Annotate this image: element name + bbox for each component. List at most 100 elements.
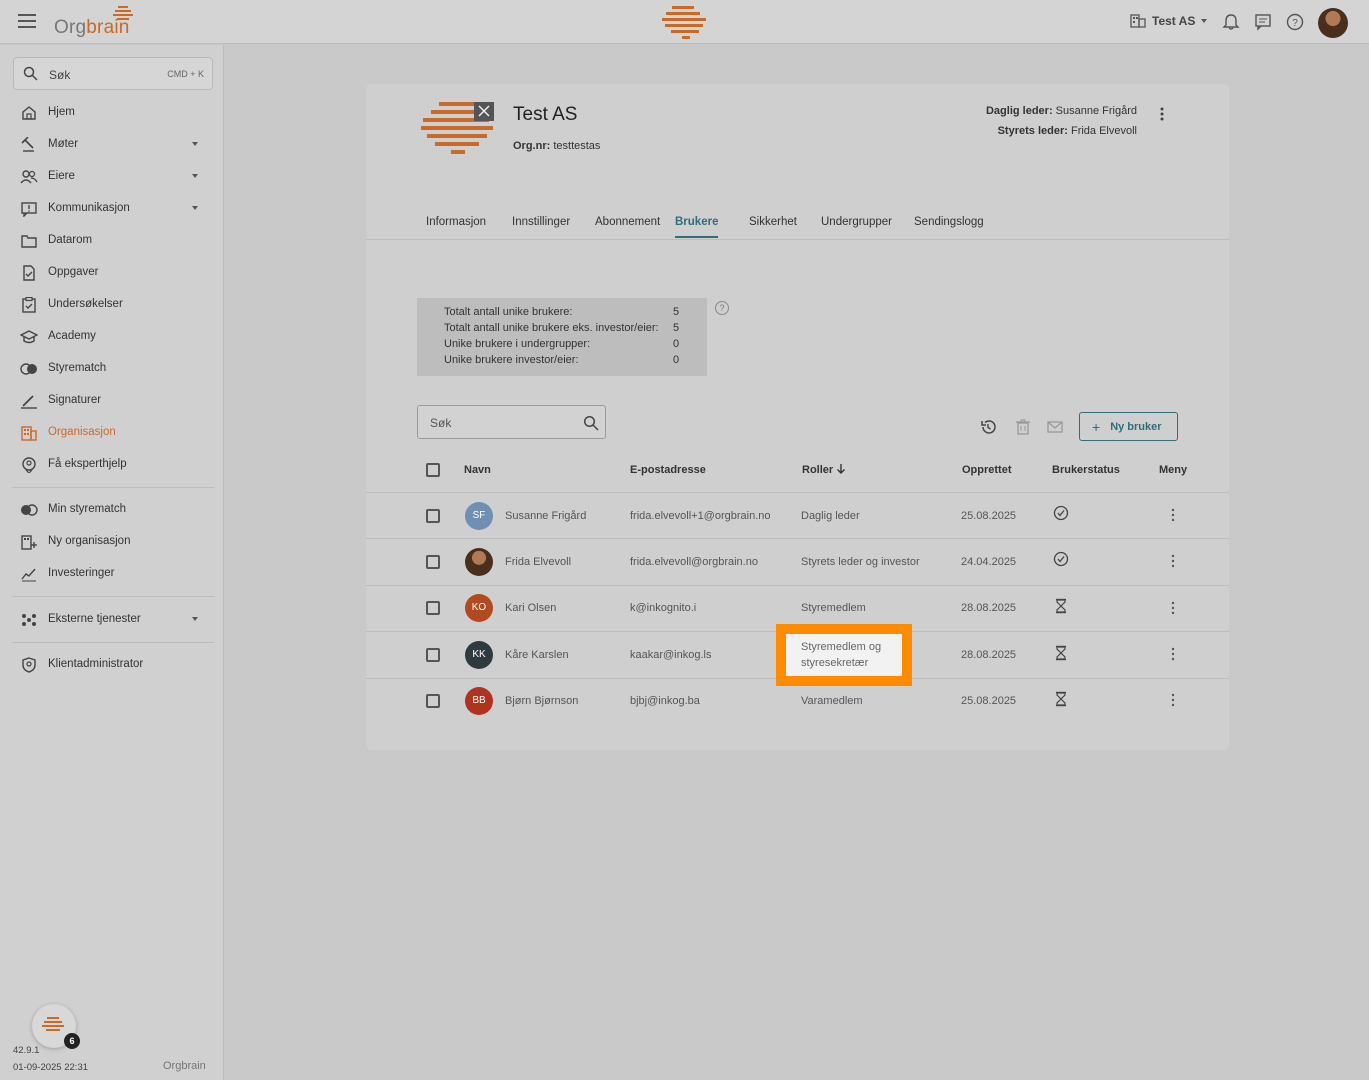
chevron-down-icon (192, 174, 198, 178)
org-number: Org.nr: testtestas (513, 140, 601, 152)
tab-sendingslogg[interactable]: Sendingslogg (914, 216, 984, 236)
sidebar-item-ny-organisasjon[interactable]: Ny organisasjon (0, 528, 224, 556)
user-email: frida.elvevoll+1@orgbrain.no (630, 510, 771, 522)
chat-icon[interactable] (1253, 12, 1273, 32)
sidebar-item-eiere[interactable]: Eiere (0, 163, 224, 191)
column-header-menu: Meny (1159, 464, 1188, 476)
sidebar-item-label: Oppgaver (48, 266, 99, 278)
sidebar-item-organisasjon[interactable]: Organisasjon (0, 419, 224, 447)
more-vert-icon[interactable] (1170, 693, 1176, 707)
trash-icon[interactable] (1014, 418, 1032, 436)
column-header-roles[interactable]: Roller (802, 464, 846, 476)
sidebar-item-label: Få eksperthjelp (48, 458, 127, 470)
tab-undergrupper[interactable]: Undergrupper (821, 216, 892, 236)
user-name: Susanne Frigård (505, 510, 587, 522)
sidebar-item-klientadministrator[interactable]: Klientadministrator (0, 651, 224, 679)
tab-informasjon[interactable]: Informasjon (426, 216, 486, 236)
row-checkbox[interactable] (426, 555, 440, 569)
user-role: Daglig leder (801, 510, 860, 522)
user-email: k@inkognito.i (630, 602, 697, 614)
tab-sikkerhet[interactable]: Sikkerhet (749, 216, 797, 236)
row-checkbox[interactable] (426, 694, 440, 708)
user-search-input[interactable]: Søk (417, 405, 606, 439)
new-user-button[interactable]: + Ny bruker (1079, 412, 1178, 441)
column-header-name[interactable]: Navn (464, 464, 491, 476)
center-brain-logo[interactable] (662, 4, 708, 40)
sidebar-item-label: Academy (48, 330, 96, 342)
tab-innstillinger[interactable]: Innstillinger (512, 216, 570, 236)
sidebar: Søk CMD + K Hjem Møter Eiere Kommunikasj… (0, 45, 224, 1080)
expert-help-icon (22, 457, 36, 473)
ceo-line: Daglig leder: Susanne Frigård (985, 105, 1137, 117)
sidebar-search-label: Søk (49, 68, 71, 82)
sidebar-item-datarom[interactable]: Datarom (0, 227, 224, 255)
column-header-email[interactable]: E-postadresse (630, 464, 706, 476)
highlighted-role-cell[interactable]: Styremedlem og styresekretær (786, 634, 902, 676)
column-header-created[interactable]: Opprettet (962, 464, 1012, 476)
table-divider (366, 585, 1229, 586)
sidebar-item-hjem[interactable]: Hjem (0, 99, 224, 127)
sidebar-item-moter[interactable]: Møter (0, 131, 224, 159)
sidebar-search[interactable]: Søk CMD + K (13, 57, 213, 90)
history-icon[interactable] (979, 418, 997, 436)
sidebar-item-min-styrematch[interactable]: Min styrematch (0, 496, 224, 524)
tab-abonnement[interactable]: Abonnement (595, 216, 660, 236)
sidebar-item-investeringer[interactable]: Investeringer (0, 560, 224, 588)
sidebar-item-oppgaver[interactable]: Oppgaver (0, 259, 224, 287)
sidebar-item-undersokelser[interactable]: Undersøkelser (0, 291, 224, 319)
survey-icon (22, 297, 36, 313)
row-checkbox[interactable] (426, 509, 440, 523)
more-vert-icon[interactable] (1170, 601, 1176, 615)
user-created: 28.08.2025 (961, 649, 1017, 661)
sidebar-item-label: Eiere (48, 170, 75, 182)
sidebar-item-styrematch[interactable]: Styrematch (0, 355, 224, 383)
more-vert-icon[interactable] (1170, 647, 1176, 661)
remove-logo-button[interactable] (474, 102, 494, 121)
column-header-status[interactable]: Brukerstatus (1052, 464, 1120, 476)
select-all-checkbox[interactable] (426, 463, 440, 477)
bell-icon[interactable] (1221, 12, 1241, 32)
more-vert-icon[interactable] (1170, 508, 1176, 522)
help-circle-icon[interactable]: ? (715, 301, 729, 315)
menu-icon[interactable] (18, 14, 36, 28)
mail-icon[interactable] (1046, 418, 1064, 436)
stat-value: 0 (673, 354, 680, 366)
stat-value: 5 (673, 306, 680, 318)
sidebar-divider (12, 596, 214, 597)
user-name: Kåre Karslen (505, 649, 569, 661)
check-circle-icon (1053, 505, 1069, 521)
tab-brukere[interactable]: Brukere (675, 216, 719, 238)
org-name: Test AS (513, 104, 578, 125)
org-selector[interactable]: Test AS (1130, 14, 1208, 28)
user-stats: Totalt antall unike brukere: 5 Totalt an… (417, 298, 707, 376)
table-divider (366, 538, 1229, 539)
user-email: kaakar@inkog.ls (630, 649, 712, 661)
sidebar-item-signaturer[interactable]: Signaturer (0, 387, 224, 415)
user-role: Styrets leder og investor (801, 556, 920, 568)
org-selector-label: Test AS (1152, 14, 1196, 28)
sidebar-item-academy[interactable]: Academy (0, 323, 224, 351)
search-icon (23, 66, 38, 81)
toggle-icon (21, 504, 38, 516)
sidebar-item-kommunikasjon[interactable]: Kommunikasjon (0, 195, 224, 223)
more-vert-icon[interactable] (1170, 554, 1176, 568)
chevron-down-icon (192, 206, 198, 210)
user-created: 28.08.2025 (961, 602, 1017, 614)
build-timestamp: 01-09-2025 22:31 (13, 1062, 89, 1073)
sidebar-item-label: Hjem (48, 106, 75, 118)
shield-icon (22, 657, 36, 673)
row-checkbox[interactable] (426, 648, 440, 662)
arrow-down-icon (837, 464, 846, 474)
user-avatar[interactable] (1318, 8, 1348, 38)
more-vert-icon[interactable] (1158, 106, 1166, 122)
avatar: SF (465, 502, 493, 530)
hourglass-icon (1056, 598, 1066, 614)
pen-icon (21, 395, 37, 409)
folder-icon (21, 235, 37, 248)
sidebar-item-eksterne-tjenester[interactable]: Eksterne tjenester (0, 606, 224, 634)
help-circle-icon[interactable]: ? (1285, 12, 1305, 32)
sidebar-item-eksperthjelp[interactable]: Få eksperthjelp (0, 451, 224, 479)
row-checkbox[interactable] (426, 601, 440, 615)
user-email: bjbj@inkog.ba (630, 695, 700, 707)
stat-label: Unike brukere investor/eier: (444, 354, 579, 366)
